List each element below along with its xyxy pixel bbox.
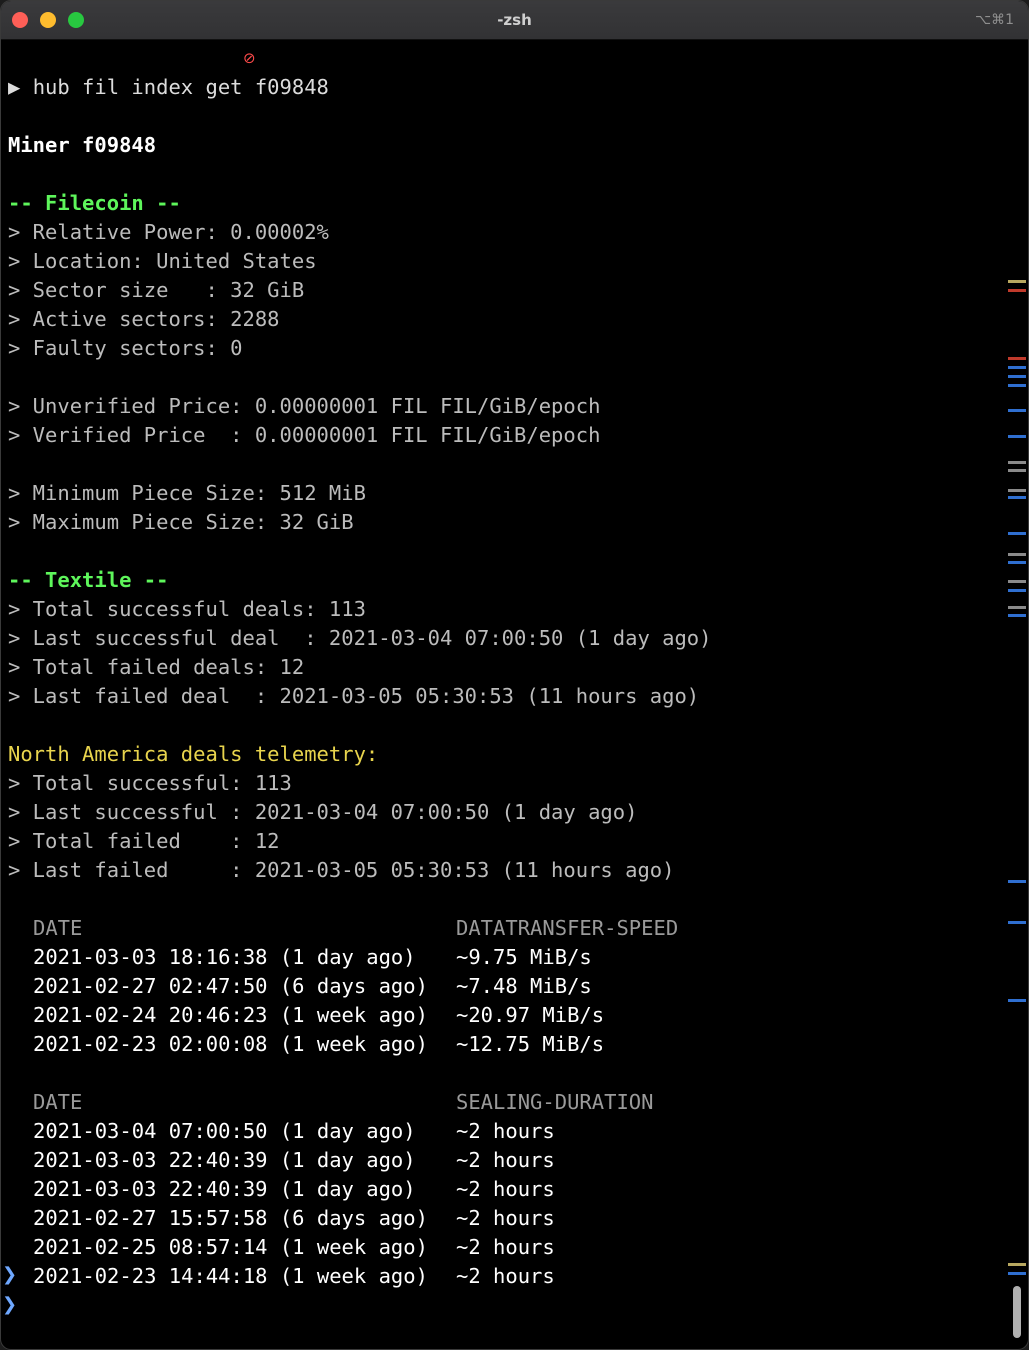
textile-line: > Total failed deals: 12 xyxy=(8,655,305,679)
scroll-thumb[interactable] xyxy=(1013,1286,1021,1338)
scroll-mark xyxy=(1008,1263,1026,1266)
table-cell-duration: ~2 hours xyxy=(456,1206,555,1230)
table-cell-date: 2021-03-04 07:00:50 (1 day ago) xyxy=(33,1119,416,1143)
filecoin-line: > Active sectors: 2288 xyxy=(8,307,280,331)
na-telemetry-header: North America deals telemetry: xyxy=(8,742,379,766)
filecoin-header: -- Filecoin -- xyxy=(8,191,181,215)
textile-line: > Total successful deals: 113 xyxy=(8,597,366,621)
title-bar[interactable]: -zsh ⌥⌘1 xyxy=(1,1,1028,40)
textile-line: > Last failed deal : 2021-03-05 05:30:53… xyxy=(8,684,700,708)
terminal-window: -zsh ⌥⌘1 ⊘ ▶ hub fil index get f09848 Mi… xyxy=(0,0,1029,1350)
prompt-marker-icon: ❯ xyxy=(2,1294,18,1315)
scroll-mark xyxy=(1008,435,1026,438)
scroll-mark xyxy=(1008,589,1026,592)
scroll-mark xyxy=(1008,409,1026,412)
na-line: > Last successful : 2021-03-04 07:00:50 … xyxy=(8,800,638,824)
scroll-mark xyxy=(1008,375,1026,378)
piece-size-line: > Maximum Piece Size: 32 GiB xyxy=(8,510,354,534)
scroll-mark xyxy=(1008,496,1026,499)
table-cell-duration: ~2 hours xyxy=(456,1235,555,1259)
table-cell-date: 2021-02-23 14:44:18 (1 week ago) xyxy=(33,1264,428,1288)
scroll-mark xyxy=(1008,366,1026,369)
miner-title: Miner f09848 xyxy=(8,133,157,157)
textile-header: -- Textile -- xyxy=(8,568,169,592)
window-title: -zsh xyxy=(497,11,532,29)
table-cell-duration: ~2 hours xyxy=(456,1177,555,1201)
scroll-mark xyxy=(1008,880,1026,883)
filecoin-line: > Location: United States xyxy=(8,249,317,273)
scroll-mark xyxy=(1008,280,1026,283)
price-line: > Unverified Price: 0.00000001 FIL FIL/G… xyxy=(8,394,601,418)
textile-line: > Last successful deal : 2021-03-04 07:0… xyxy=(8,626,712,650)
scrollbar[interactable] xyxy=(1008,39,1026,1349)
no-entry-icon: ⊘ xyxy=(243,49,256,67)
table-cell-date: 2021-02-27 02:47:50 (6 days ago) xyxy=(33,974,428,998)
scroll-mark xyxy=(1008,921,1026,924)
filecoin-line: > Relative Power: 0.00002% xyxy=(8,220,329,244)
command-text: hub fil index get f09848 xyxy=(32,75,329,99)
na-line: > Last failed : 2021-03-05 05:30:53 (11 … xyxy=(8,858,675,882)
table-cell-date: 2021-03-03 22:40:39 (1 day ago) xyxy=(33,1177,416,1201)
piece-size-line: > Minimum Piece Size: 512 MiB xyxy=(8,481,366,505)
scroll-mark xyxy=(1008,289,1026,292)
table-cell-date: 2021-03-03 18:16:38 (1 day ago) xyxy=(33,945,416,969)
table-cell-speed: ~7.48 MiB/s xyxy=(456,974,592,998)
scroll-mark xyxy=(1008,561,1026,564)
scroll-mark xyxy=(1008,461,1026,464)
scroll-mark xyxy=(1008,553,1026,556)
table-cell-date: 2021-03-03 22:40:39 (1 day ago) xyxy=(33,1148,416,1172)
scroll-mark xyxy=(1008,489,1026,492)
scroll-mark xyxy=(1008,469,1026,472)
scroll-mark xyxy=(1008,999,1026,1002)
table-cell-date: 2021-02-25 08:57:14 (1 week ago) xyxy=(33,1235,428,1259)
terminal-output[interactable]: ⊘ ▶ hub fil index get f09848 Miner f0984… xyxy=(1,39,1028,1349)
filecoin-line: > Faulty sectors: 0 xyxy=(8,336,243,360)
scroll-mark xyxy=(1008,606,1026,609)
table-header-speed: DATATRANSFER-SPEED xyxy=(456,916,679,940)
table-cell-date: 2021-02-24 20:46:23 (1 week ago) xyxy=(33,1003,428,1027)
table-header-date: DATE xyxy=(33,916,83,940)
prompt-arrow-icon: ▶ xyxy=(8,75,21,99)
window-shortcut: ⌥⌘1 xyxy=(974,12,1014,28)
scroll-mark xyxy=(1008,532,1026,535)
scroll-mark xyxy=(1008,580,1026,583)
scroll-mark xyxy=(1008,614,1026,617)
table-cell-duration: ~2 hours xyxy=(456,1264,555,1288)
table-cell-date: 2021-02-23 02:00:08 (1 week ago) xyxy=(33,1032,428,1056)
table-header-duration: SEALING-DURATION xyxy=(456,1090,654,1114)
na-line: > Total failed : 12 xyxy=(8,829,280,853)
table-cell-speed: ~20.97 MiB/s xyxy=(456,1003,605,1027)
table-cell-speed: ~9.75 MiB/s xyxy=(456,945,592,969)
price-line: > Verified Price : 0.00000001 FIL FIL/Gi… xyxy=(8,423,601,447)
table-cell-duration: ~2 hours xyxy=(456,1148,555,1172)
table-cell-speed: ~12.75 MiB/s xyxy=(456,1032,605,1056)
na-line: > Total successful: 113 xyxy=(8,771,292,795)
scroll-mark xyxy=(1008,357,1026,360)
table-cell-date: 2021-02-27 15:57:58 (6 days ago) xyxy=(33,1206,428,1230)
filecoin-line: > Sector size : 32 GiB xyxy=(8,278,305,302)
scroll-mark xyxy=(1008,384,1026,387)
command-line: ▶ hub fil index get f09848 xyxy=(8,73,329,102)
prompt-marker-icon: ❯ xyxy=(2,1264,18,1285)
scroll-mark xyxy=(1008,1272,1026,1275)
table-cell-duration: ~2 hours xyxy=(456,1119,555,1143)
table-header-date: DATE xyxy=(33,1090,83,1114)
